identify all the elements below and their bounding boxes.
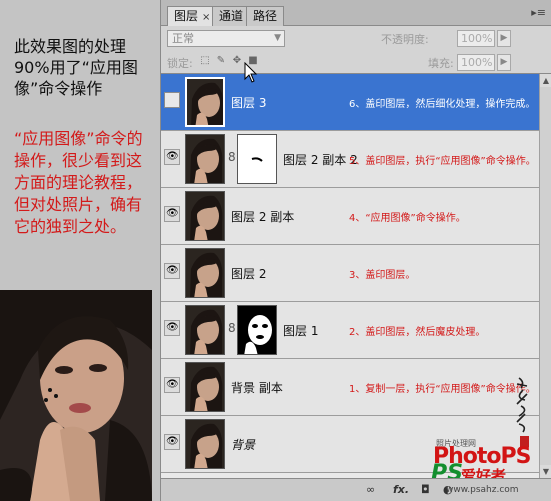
close-icon[interactable]: ×: [202, 12, 210, 23]
layer-name[interactable]: 背景 副本: [231, 379, 283, 396]
layer-thumbnail: [185, 77, 225, 127]
eye-icon: 👁: [166, 436, 179, 447]
layer-row[interactable]: 👁 8 图层 1 2、盖印图层，然后魔皮处理。: [161, 302, 539, 359]
link-layers-icon[interactable]: ∞: [366, 483, 375, 497]
layer-name[interactable]: 图层 2 副本 2: [283, 151, 358, 168]
opacity-label: 不透明度:: [381, 33, 429, 46]
chevron-down-icon: ▼: [274, 33, 281, 43]
layer-row[interactable]: 图层 3 6、盖印图层，然后细化处理，操作完成。: [161, 74, 539, 131]
layer-step-note: 4、“应用图像”命令操作。: [349, 213, 466, 224]
lock-fill-row: 锁定: ⬚ ✎ ✥ ■ 填充: 100% ▶: [161, 50, 551, 74]
layer-thumbnail: [185, 305, 225, 355]
blend-mode-value: 正常: [172, 32, 194, 45]
fx-icon[interactable]: fx.: [393, 483, 409, 497]
tab-channels-label: 通道: [219, 9, 244, 23]
tab-paths[interactable]: 路径: [246, 6, 285, 26]
lock-transparency-icon[interactable]: ⬚: [199, 55, 211, 67]
layer-thumbnail: [185, 134, 225, 184]
layer-name[interactable]: 图层 1: [283, 322, 318, 339]
eye-icon: 👁: [166, 208, 179, 219]
layer-name[interactable]: 背景: [231, 436, 255, 453]
layer-mask-thumbnail[interactable]: [237, 134, 277, 184]
eye-icon: 👁: [166, 379, 179, 390]
layer-row[interactable]: 👁 背景 副本 1、复制一层，执行“应用图像”命令操作。: [161, 359, 539, 416]
layers-list: 图层 3 6、盖印图层，然后细化处理，操作完成。 👁 8 图层 2 副本 2 5…: [161, 74, 539, 478]
fill-slider-arrow-icon[interactable]: ▶: [497, 54, 511, 71]
panel-menu-icon[interactable]: ▸≡: [531, 6, 546, 19]
eye-icon: 👁: [166, 322, 179, 333]
fill-label: 填充:: [428, 57, 454, 70]
layer-thumbnail: [185, 419, 225, 469]
layer-row[interactable]: 👁 图层 2 3、盖印图层。: [161, 245, 539, 302]
visibility-toggle[interactable]: 👁: [164, 263, 180, 279]
layer-name[interactable]: 图层 2: [231, 265, 266, 282]
opacity-field[interactable]: 100%: [457, 30, 495, 47]
layer-step-note: 2、盖印图层，然后魔皮处理。: [349, 327, 486, 338]
watermark-cn: 爱好者: [461, 467, 507, 478]
cursor-icon: [244, 62, 258, 83]
panel-tabs: 图层 × 通道 路径 ▸≡: [161, 0, 551, 26]
scroll-up-icon[interactable]: ▲: [540, 74, 551, 87]
tutorial-column: 此效果图的处理90%用了“应用图像”命令操作 “应用图像”命令的操作，很少看到这…: [0, 0, 160, 501]
lock-position-icon[interactable]: ✥: [231, 55, 243, 67]
layer-step-note: 3、盖印图层。: [349, 270, 416, 281]
layer-thumbnail: [185, 191, 225, 241]
layer-step-note: 5、盖印图层，执行“应用图像”命令操作。: [349, 156, 536, 167]
tab-layers-label: 图层: [174, 9, 199, 23]
eye-icon: 👁: [166, 151, 179, 162]
lock-image-icon[interactable]: ✎: [215, 55, 227, 67]
calligraphy-seal: [516, 377, 529, 447]
chain-link-icon[interactable]: 8: [228, 150, 236, 164]
visibility-toggle[interactable]: 👁: [164, 149, 180, 165]
layer-thumbnail: [185, 362, 225, 412]
layer-step-note: 1、复制一层，执行“应用图像”命令操作。: [349, 384, 536, 395]
blend-mode-select[interactable]: 正常 ▼: [167, 30, 285, 47]
layer-step-note: 6、盖印图层，然后细化处理，操作完成。: [349, 99, 536, 110]
visibility-toggle[interactable]: 👁: [164, 320, 180, 336]
layer-thumbnail: [185, 248, 225, 298]
visibility-toggle[interactable]: 👁: [164, 434, 180, 450]
watermark-ps: PS: [431, 461, 463, 478]
result-photo: [0, 290, 152, 501]
lock-label: 锁定:: [167, 57, 193, 70]
add-mask-icon[interactable]: ◘: [421, 483, 430, 497]
tab-paths-label: 路径: [253, 9, 278, 23]
blend-opacity-row: 正常 ▼ 不透明度: 100% ▶: [161, 26, 551, 50]
watermark-url: www.psahz.com: [446, 485, 519, 495]
visibility-toggle[interactable]: 👁: [164, 206, 180, 222]
scroll-down-icon[interactable]: ▼: [540, 465, 551, 478]
layer-row[interactable]: 👁 8 图层 2 副本 2 5、盖印图层，执行“应用图像”命令操作。: [161, 131, 539, 188]
tutorial-screenshot: 此效果图的处理90%用了“应用图像”命令操作 “应用图像”命令的操作，很少看到这…: [0, 0, 551, 501]
layer-row[interactable]: 👁 图层 2 副本 4、“应用图像”命令操作。: [161, 188, 539, 245]
eye-icon: 👁: [166, 265, 179, 276]
note-text: “应用图像”命令的操作，很少看到这方面的理论教程，但对处照片，确有它的独到之处。: [14, 129, 143, 236]
panel-bottom-bar: ∞ fx. ◘ ◐ www.psahz.com: [161, 478, 551, 501]
visibility-toggle[interactable]: 👁: [164, 377, 180, 393]
tab-channels[interactable]: 通道: [212, 6, 251, 26]
layer-name[interactable]: 图层 3: [231, 94, 266, 111]
layers-scrollbar[interactable]: ▲ ▼: [539, 74, 551, 478]
visibility-toggle[interactable]: [164, 92, 180, 108]
opacity-slider-arrow-icon[interactable]: ▶: [497, 30, 511, 47]
fill-field[interactable]: 100%: [457, 54, 495, 71]
layer-mask-thumbnail[interactable]: [237, 305, 277, 355]
chain-link-icon[interactable]: 8: [228, 321, 236, 335]
tab-layers[interactable]: 图层 ×: [167, 6, 218, 26]
layers-panel: 图层 × 通道 路径 ▸≡ 正常 ▼ 不透明度: 100% ▶ 锁定: ⬚ ✎ ✥…: [160, 0, 551, 501]
layer-name[interactable]: 图层 2 副本: [231, 208, 294, 225]
intro-text: 此效果图的处理90%用了“应用图像”命令操作: [14, 37, 138, 98]
